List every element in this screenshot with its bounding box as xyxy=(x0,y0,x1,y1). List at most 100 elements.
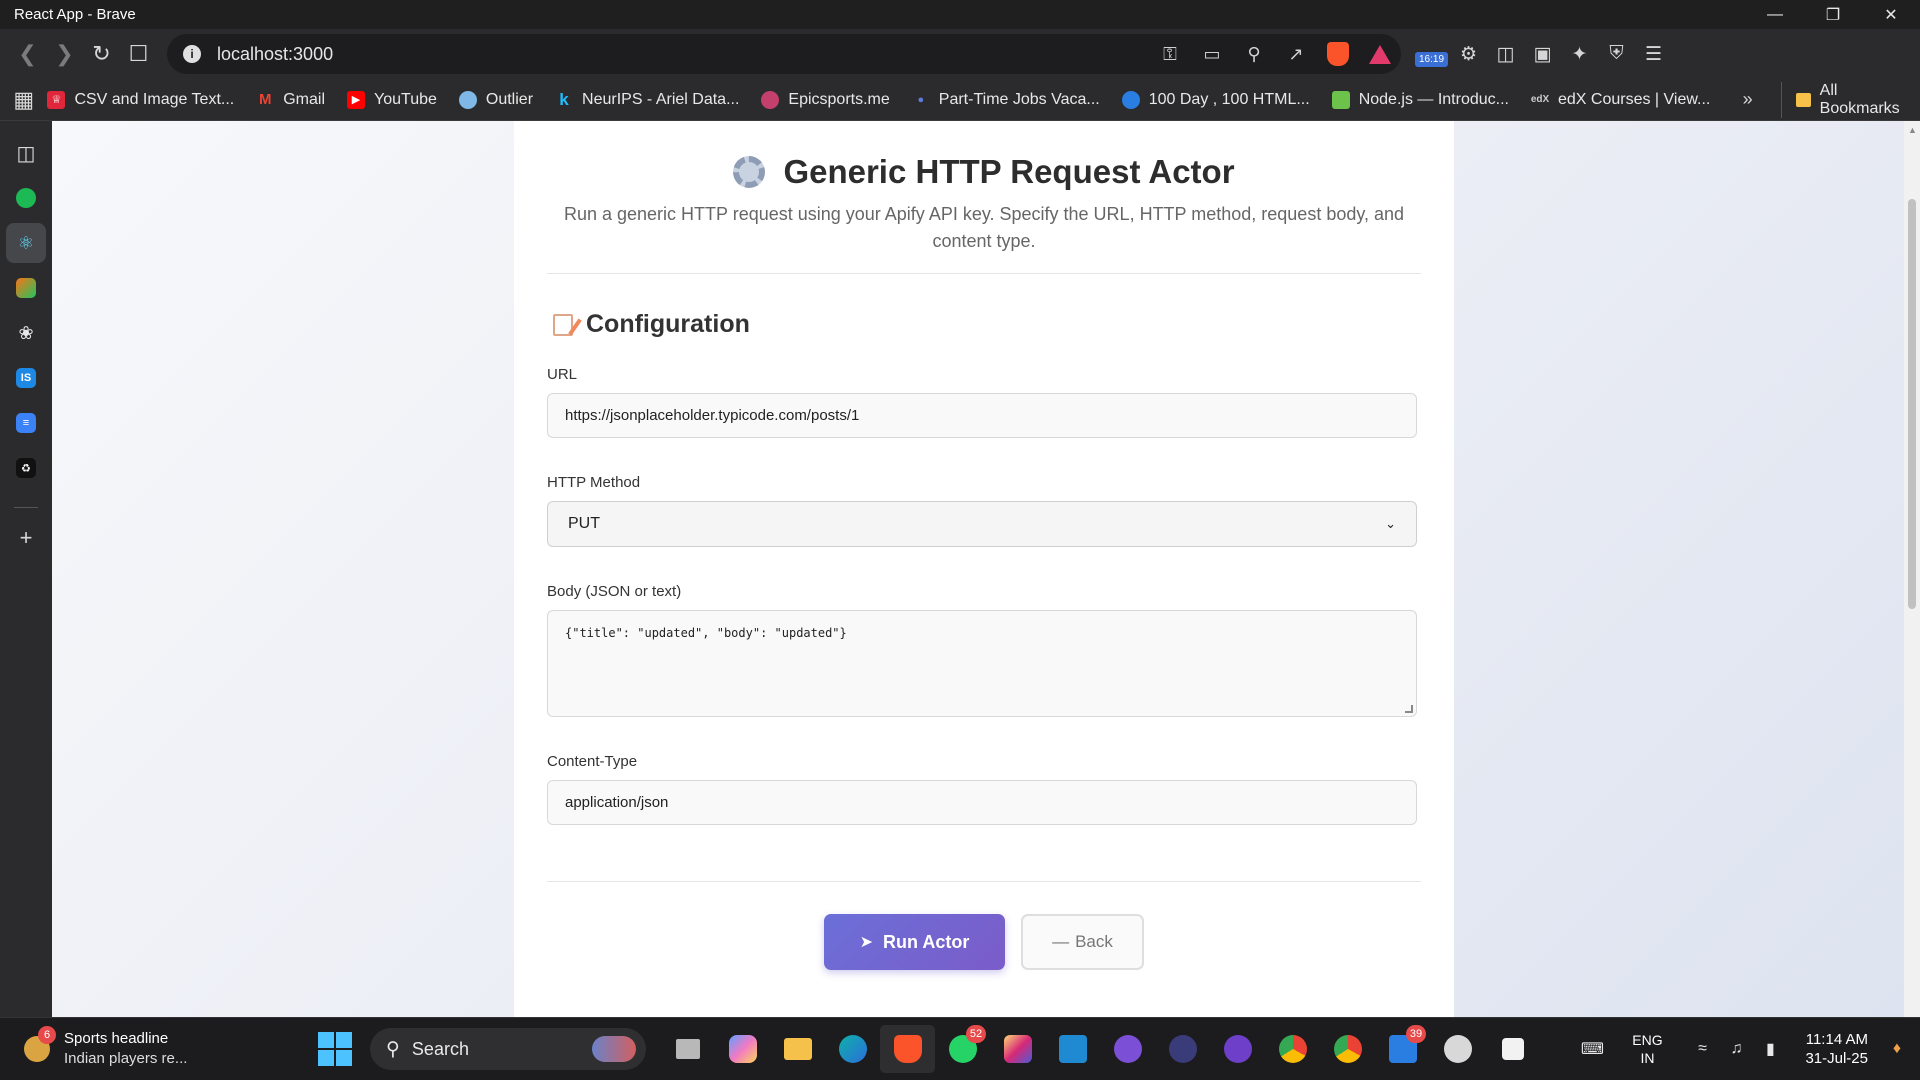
windows-taskbar: 6 Sports headline Indian players re... ⚲… xyxy=(0,1017,1920,1080)
proton-icon[interactable] xyxy=(1100,1025,1155,1073)
apps-grid-icon[interactable]: ▦ xyxy=(0,87,47,113)
brave-taskbar-icon[interactable] xyxy=(880,1025,935,1073)
search-icon: ⚲ xyxy=(386,1038,400,1060)
body-textarea[interactable]: {"title": "updated", "body": "updated"} xyxy=(547,610,1417,717)
run-actor-button[interactable]: ➤ Run Actor xyxy=(824,914,1005,970)
notification-bell-icon[interactable]: ♦ xyxy=(1882,1040,1912,1058)
leo-ai-icon[interactable]: ✦ xyxy=(1561,36,1598,72)
back-nav-icon[interactable]: ❮ xyxy=(9,34,46,74)
tree-icon[interactable]: ♻ xyxy=(6,448,46,488)
extension-clock-icon[interactable]: 16:19 xyxy=(1413,36,1450,72)
chevron-down-icon: ⌄ xyxy=(1385,516,1396,531)
whatsapp-icon[interactable]: 52 xyxy=(935,1025,990,1073)
actions-divider xyxy=(547,881,1421,882)
windows-start-icon[interactable] xyxy=(318,1032,352,1066)
language-indicator[interactable]: ENG IN xyxy=(1617,1031,1677,1067)
add-panel-icon[interactable]: + xyxy=(6,518,46,558)
instagram-icon[interactable] xyxy=(990,1025,1045,1073)
brave-rewards-icon[interactable] xyxy=(1359,44,1401,64)
site-info-icon[interactable]: i xyxy=(183,45,201,63)
clipboard-app-icon[interactable] xyxy=(1430,1025,1485,1073)
resize-grip-icon[interactable] xyxy=(1405,705,1413,713)
sidebar-toggle-icon[interactable]: ◫ xyxy=(1487,36,1524,72)
react-icon[interactable]: ⚛ xyxy=(6,223,46,263)
cast-icon[interactable]: ▭ xyxy=(1191,44,1233,65)
is-app-icon[interactable]: IS xyxy=(6,358,46,398)
scroll-thumb[interactable] xyxy=(1908,199,1916,609)
docs-icon[interactable]: ≡ xyxy=(6,403,46,443)
crown-icon: ♕ xyxy=(47,90,66,109)
battery-icon[interactable]: ▮ xyxy=(1753,1039,1787,1059)
system-tray: ⌨ ENG IN ≈ ♫ ▮ 11:14 AM 31-Jul-25 ♦ xyxy=(1575,1030,1920,1068)
wifi-icon[interactable]: ≈ xyxy=(1685,1040,1719,1058)
store-icon[interactable]: 39 xyxy=(1375,1025,1430,1073)
bookmark-item[interactable]: ♕ CSV and Image Text... xyxy=(47,90,235,109)
back-arrow-icon: — xyxy=(1052,932,1070,951)
bookmark-item[interactable]: ● Part-Time Jobs Vaca... xyxy=(912,91,1099,109)
extension-clock-badge: 16:19 xyxy=(1414,51,1449,67)
bookmark-label: Epicsports.me xyxy=(788,90,890,108)
scroll-up-icon[interactable]: ▲ xyxy=(1908,125,1917,135)
bookmark-label: CSV and Image Text... xyxy=(74,90,235,108)
all-bookmarks-folder[interactable]: All Bookmarks xyxy=(1780,81,1903,118)
outlier-icon xyxy=(458,90,477,109)
more-bookmarks-icon[interactable]: » xyxy=(1732,89,1763,110)
vpn-shield-icon[interactable]: ⛨ xyxy=(1598,36,1635,72)
spotify-icon[interactable] xyxy=(6,178,46,218)
bookmark-item[interactable]: M Gmail xyxy=(256,91,325,109)
extensions-puzzle-icon[interactable]: ⚙ xyxy=(1450,36,1487,72)
cube-app-icon[interactable] xyxy=(1485,1025,1540,1073)
news-widget[interactable]: 6 Sports headline Indian players re... xyxy=(0,1026,300,1069)
menu-hamburger-icon[interactable]: ☰ xyxy=(1635,36,1672,72)
url-input[interactable]: https://jsonplaceholder.typicode.com/pos… xyxy=(547,393,1417,438)
task-view-icon[interactable] xyxy=(660,1025,715,1073)
volume-icon[interactable]: ♫ xyxy=(1719,1040,1753,1058)
browser-toolbar: ❮ ❯ ↻ ☐ i localhost:3000 ⚿ ▭ ⚲ ↗ 16:19 ⚙… xyxy=(0,29,1920,79)
reload-icon[interactable]: ↻ xyxy=(83,34,120,74)
address-bar[interactable]: i localhost:3000 ⚿ ▭ ⚲ ↗ xyxy=(167,34,1401,74)
method-selected-value: PUT xyxy=(568,515,600,532)
card-header: Generic HTTP Request Actor Run a generic… xyxy=(547,121,1421,255)
share-icon[interactable]: ↗ xyxy=(1275,44,1317,65)
chatgpt-icon[interactable]: ❀ xyxy=(6,313,46,353)
chrome-icon[interactable] xyxy=(1265,1025,1320,1073)
github-icon[interactable] xyxy=(1210,1025,1265,1073)
sidebar-panel-icon[interactable]: ◫ xyxy=(6,133,46,173)
bookmark-item[interactable]: 100 Day , 100 HTML... xyxy=(1121,90,1310,109)
copilot-icon[interactable] xyxy=(715,1025,770,1073)
vscode-icon[interactable] xyxy=(1045,1025,1100,1073)
bookmark-item[interactable]: edX edX Courses | View... xyxy=(1531,91,1711,109)
password-key-icon[interactable]: ⚿ xyxy=(1149,44,1191,65)
forward-nav-icon[interactable]: ❯ xyxy=(46,34,83,74)
bookmark-item[interactable]: Epicsports.me xyxy=(761,90,890,109)
taskbar-search[interactable]: ⚲ Search xyxy=(370,1028,646,1070)
zoom-icon[interactable]: ⚲ xyxy=(1233,44,1275,65)
close-button[interactable]: ✕ xyxy=(1862,0,1920,29)
bookmark-item[interactable]: k NeurIPS - Ariel Data... xyxy=(555,90,739,109)
gear-icon xyxy=(733,156,766,188)
eclipse-icon[interactable] xyxy=(1155,1025,1210,1073)
window-titlebar: React App - Brave — ❐ ✕ xyxy=(0,0,1920,29)
bookmark-item[interactable]: ▶ YouTube xyxy=(347,90,437,109)
chrome-profile-icon[interactable] xyxy=(1320,1025,1375,1073)
edge-icon[interactable] xyxy=(825,1025,880,1073)
section-title-text: Configuration xyxy=(586,310,750,338)
lucidchart-icon[interactable] xyxy=(6,268,46,308)
method-select[interactable]: PUT ⌄ xyxy=(547,501,1417,547)
keyboard-icon[interactable]: ⌨ xyxy=(1575,1039,1609,1059)
folder-label: All Bookmarks xyxy=(1819,81,1900,117)
bookmark-icon[interactable]: ☐ xyxy=(120,34,157,74)
store-badge: 39 xyxy=(1406,1025,1426,1043)
bookmark-item[interactable]: Outlier xyxy=(458,90,533,109)
wallet-icon[interactable]: ▣ xyxy=(1524,36,1561,72)
file-explorer-icon[interactable] xyxy=(770,1025,825,1073)
minimize-button[interactable]: — xyxy=(1746,0,1804,29)
page-scrollbar[interactable]: ▲ xyxy=(1904,121,1920,1017)
bookmark-item[interactable]: Node.js — Introduc... xyxy=(1331,90,1509,109)
taskbar-clock[interactable]: 11:14 AM 31-Jul-25 xyxy=(1805,1030,1868,1068)
brave-shields-icon[interactable] xyxy=(1317,42,1359,66)
address-url[interactable]: localhost:3000 xyxy=(217,44,1149,65)
back-button[interactable]: — Back xyxy=(1021,914,1144,970)
content-type-input[interactable]: application/json xyxy=(547,780,1417,825)
restore-button[interactable]: ❐ xyxy=(1804,0,1862,29)
